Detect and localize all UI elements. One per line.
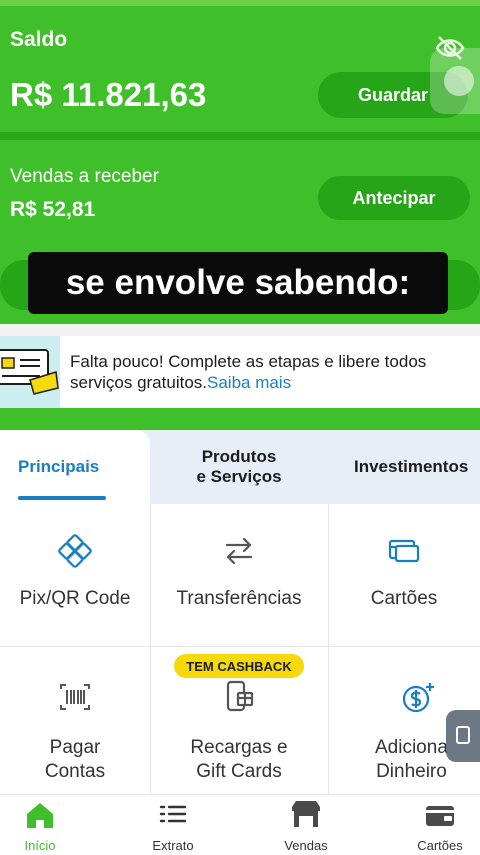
card-icon: [387, 534, 421, 574]
service-pay-bills-label: Pagar Contas: [45, 736, 105, 784]
nav-sales[interactable]: Vendas: [246, 795, 366, 855]
onboarding-banner[interactable]: Falta pouco! Complete as etapas e libere…: [0, 336, 480, 408]
banner-divider: [0, 408, 480, 430]
service-pix[interactable]: Pix/QR Code: [0, 534, 150, 610]
nav-cards[interactable]: Cartões: [380, 795, 480, 855]
service-recharge-line1: Recargas e: [190, 737, 288, 758]
pix-icon: [58, 534, 92, 574]
nav-sales-label: Vendas: [284, 838, 328, 853]
floating-chat-handle[interactable]: [446, 710, 480, 762]
video-subtitle: se envolve sabendo:: [28, 252, 448, 314]
wallet-icon: [424, 801, 456, 832]
service-pix-label: Pix/QR Code: [19, 588, 131, 609]
tab-principal[interactable]: Principais: [0, 430, 150, 504]
learn-more-link[interactable]: Saiba mais: [207, 373, 291, 392]
cashback-badge: TEM CASHBACK: [174, 654, 304, 678]
advance-button[interactable]: Antecipar: [318, 176, 470, 220]
service-add-money-line1: Adiciona: [375, 737, 448, 758]
receivables-label: Vendas a receber: [10, 166, 159, 187]
service-recharge-giftcards[interactable]: Recargas e Gift Cards: [150, 680, 328, 784]
service-pay-bills-line1: Pagar: [49, 737, 101, 758]
bottom-nav: Início Extrato Vendas Cartões: [0, 794, 480, 855]
nav-home[interactable]: Início: [0, 795, 100, 855]
receivables-card: Vendas a receber R$ 52,81 Antecipar: [0, 140, 480, 244]
service-recharge-line2: Gift Cards: [196, 761, 282, 782]
floating-assistive-handle[interactable]: [430, 48, 480, 114]
services-grid: Pix/QR Code Transferências Cartões Pagar…: [0, 504, 480, 794]
barcode-icon: [58, 680, 92, 720]
phone-gift-icon: [222, 680, 256, 720]
service-cards-label: Cartões: [370, 588, 438, 609]
nav-statement-label: Extrato: [152, 838, 194, 853]
store-icon: [290, 799, 322, 832]
nav-cards-label: Cartões: [417, 838, 463, 853]
divider: [0, 132, 480, 140]
service-transfers-label: Transferências: [176, 588, 302, 609]
balance-label: Saldo: [10, 28, 68, 51]
balance-amount: R$ 11.821,63: [10, 76, 207, 113]
balance-card: Saldo R$ 11.821,63 Guardar: [0, 6, 480, 132]
service-pay-bills[interactable]: Pagar Contas: [0, 680, 150, 784]
service-recharge-label: Recargas e Gift Cards: [190, 736, 287, 784]
add-money-icon: [401, 680, 437, 720]
service-add-money-label: Adiciona Dinheiro: [375, 736, 448, 784]
tab-products-line2: e Serviços: [196, 467, 282, 486]
service-transfers[interactable]: Transferências: [150, 534, 328, 610]
tab-products-services[interactable]: Produtos e Serviços: [150, 430, 328, 504]
tab-investments[interactable]: Investimentos: [354, 457, 468, 477]
nav-statement[interactable]: Extrato: [113, 795, 233, 855]
service-cards[interactable]: Cartões: [328, 534, 480, 610]
home-icon: [24, 801, 56, 832]
list-icon: [158, 801, 188, 832]
service-pay-bills-line2: Contas: [44, 761, 106, 782]
banner-text: Falta pouco! Complete as etapas e libere…: [70, 351, 430, 393]
tab-products-line1: Produtos: [201, 447, 277, 466]
tab-active-indicator: [18, 496, 106, 500]
service-add-money-line2: Dinheiro: [376, 761, 447, 782]
nav-home-label: Início: [24, 838, 56, 853]
receivables-amount: R$ 52,81: [10, 198, 96, 221]
tab-principal-label: Principais: [18, 457, 100, 476]
banner-illustration: [0, 336, 60, 408]
transfer-icon: [222, 534, 256, 574]
